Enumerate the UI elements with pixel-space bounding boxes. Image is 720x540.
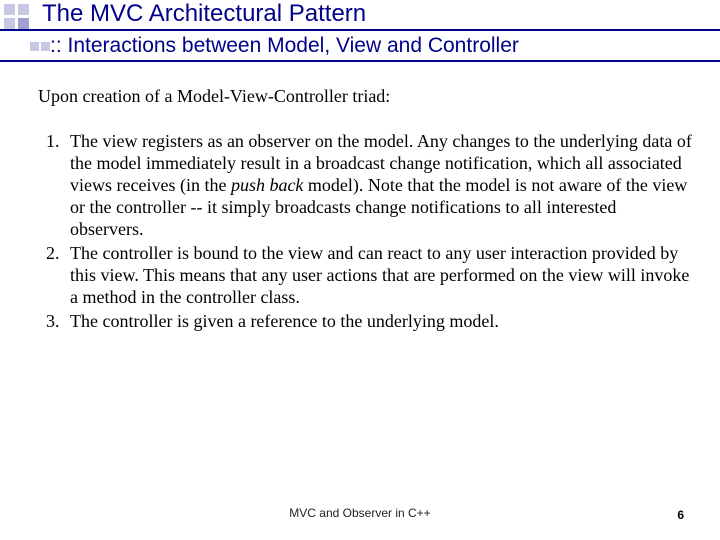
- sub-title: :: Interactions between Model, View and …: [0, 35, 519, 56]
- item-text-pre: The controller is bound to the view and …: [70, 243, 689, 307]
- body: Upon creation of a Model-View-Controller…: [38, 86, 692, 335]
- page-number: 6: [677, 508, 684, 522]
- list-item: The controller is bound to the view and …: [64, 243, 692, 309]
- list-item: The view registers as an observer on the…: [64, 131, 692, 241]
- footer-center: MVC and Observer in C++: [0, 506, 720, 520]
- slide: The MVC Architectural Pattern :: Interac…: [0, 0, 720, 540]
- header: The MVC Architectural Pattern :: Interac…: [0, 0, 720, 26]
- list-item: The controller is given a reference to t…: [64, 311, 692, 333]
- intro-text: Upon creation of a Model-View-Controller…: [38, 86, 692, 107]
- numbered-list: The view registers as an observer on the…: [38, 131, 692, 333]
- main-title: The MVC Architectural Pattern: [0, 2, 720, 26]
- rule-lower: [0, 60, 720, 62]
- rule-upper: [0, 29, 720, 31]
- item-text-pre: The controller is given a reference to t…: [70, 311, 499, 331]
- item-text-em: push back: [231, 175, 303, 195]
